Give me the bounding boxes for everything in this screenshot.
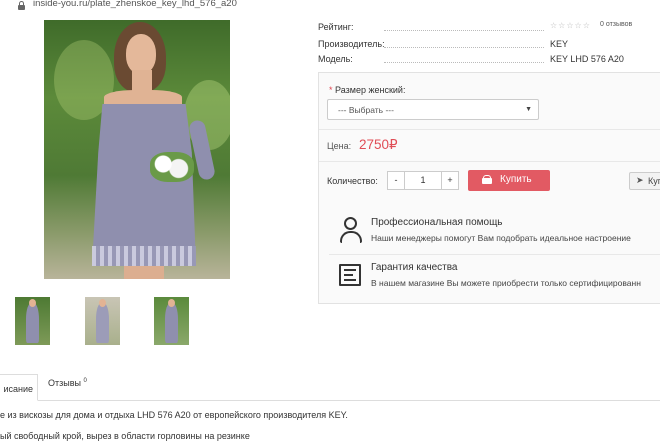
- model-label: Модель:: [318, 54, 353, 64]
- url-text[interactable]: inside-you.ru/plate_zhenskoe_key_lhd_576…: [33, 0, 237, 9]
- tab-reviews-label: Отзывы: [48, 378, 81, 388]
- required-mark: *: [329, 85, 333, 95]
- shopping-bag-icon: [482, 175, 492, 184]
- tab-reviews-count: 0: [83, 378, 87, 384]
- model-row: Модель: KEY LHD 576 A20: [318, 54, 648, 68]
- size-label-text: Размер женский:: [335, 85, 406, 95]
- feature-desc: Наши менеджеры помогут Вам подобрать иде…: [371, 233, 631, 243]
- manufacturer-label: Производитель:: [318, 39, 385, 49]
- feature-professional-help: Профессиональная помощь Наши менеджеры п…: [331, 217, 660, 253]
- price-label: Цена:: [327, 141, 352, 151]
- gallery-thumbnail[interactable]: [15, 297, 50, 345]
- size-label: * Размер женский:: [329, 85, 405, 95]
- gallery-thumbnail[interactable]: [85, 297, 120, 345]
- product-main-image[interactable]: [44, 20, 230, 279]
- quantity-label: Количество:: [327, 176, 378, 186]
- quantity-minus-button[interactable]: -: [387, 171, 405, 190]
- chevron-down-icon: ▼: [525, 106, 532, 113]
- person-icon: [339, 217, 363, 245]
- gallery-thumbnail[interactable]: [154, 297, 189, 345]
- model-value: KEY LHD 576 A20: [550, 54, 624, 64]
- feature-title: Гарантия качества: [371, 262, 458, 273]
- address-bar[interactable]: inside-you.ru/plate_zhenskoe_key_lhd_576…: [0, 0, 660, 12]
- feature-quality-guarantee: Гарантия качества В нашем магазине Вы мо…: [331, 262, 660, 298]
- buy-button-label: Купить: [500, 174, 532, 185]
- tab-description[interactable]: исание: [0, 374, 38, 401]
- quick-buy-label: Куп: [648, 176, 660, 186]
- quick-buy-button[interactable]: ➤ Куп: [629, 172, 660, 190]
- rating-label: Рейтинг:: [318, 22, 354, 32]
- size-select-value: --- Выбрать ---: [338, 105, 394, 115]
- paper-plane-icon: ➤: [636, 175, 644, 185]
- certificate-icon: [339, 264, 361, 286]
- manufacturer-row: Производитель: KEY: [318, 39, 648, 53]
- description-line: е из вискозы для дома и отдыха LHD 576 A…: [0, 410, 348, 420]
- lock-icon: [18, 1, 25, 10]
- reviews-count-link[interactable]: 0 отзывов: [600, 21, 632, 28]
- purchase-panel: * Размер женский: --- Выбрать --- ▼ Цена…: [318, 72, 660, 304]
- feature-title: Профессиональная помощь: [371, 217, 503, 228]
- size-select[interactable]: --- Выбрать --- ▼: [327, 99, 539, 120]
- rating-row: Рейтинг: ☆☆☆☆☆ 0 отзывов: [318, 21, 648, 36]
- quantity-plus-button[interactable]: +: [441, 171, 459, 190]
- quantity-input[interactable]: 1: [405, 171, 441, 190]
- feature-desc: В нашем магазине Вы можете приобрести то…: [371, 278, 641, 288]
- quantity-stepper: - 1 +: [387, 171, 459, 190]
- buy-button[interactable]: Купить: [468, 170, 550, 191]
- price-value: 2750₽: [359, 137, 398, 152]
- tab-description-label: исание: [3, 384, 33, 394]
- manufacturer-value[interactable]: KEY: [550, 39, 568, 49]
- rating-stars-icon: ☆☆☆☆☆: [550, 21, 591, 30]
- tab-reviews[interactable]: Отзывы 0: [48, 378, 87, 388]
